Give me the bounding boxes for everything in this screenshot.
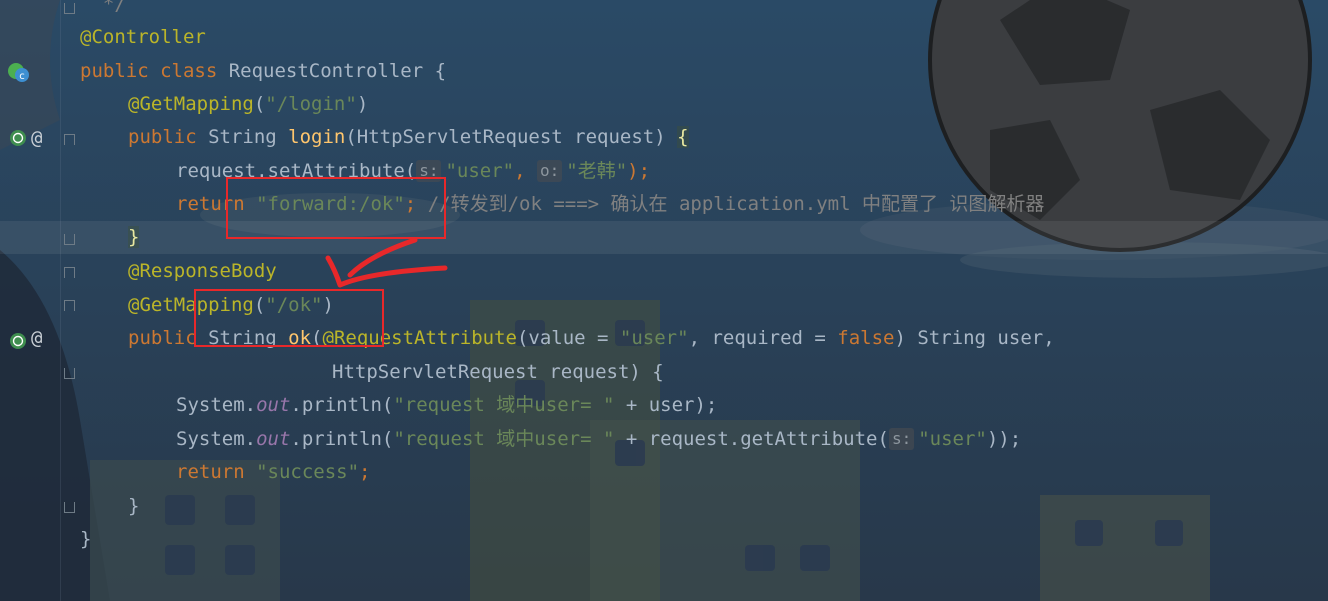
red-arrow-scribble <box>325 237 448 288</box>
